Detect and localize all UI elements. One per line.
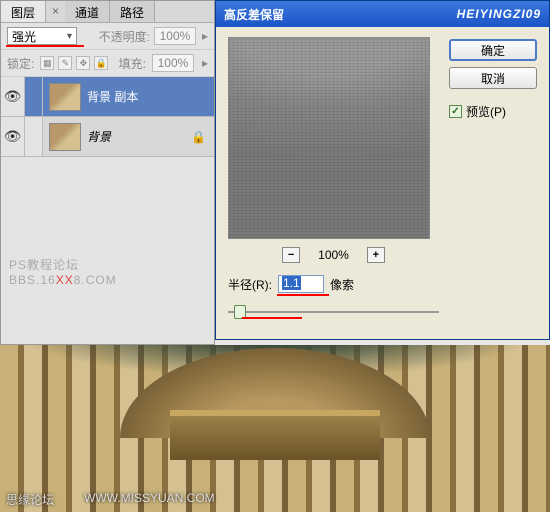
link-cell[interactable] bbox=[25, 117, 43, 156]
layer-row[interactable]: 👁 背景 副本 bbox=[1, 77, 214, 117]
opacity-flyout-icon[interactable]: ▸ bbox=[202, 29, 208, 43]
radius-slider[interactable] bbox=[228, 303, 439, 321]
lock-all-icon[interactable]: 🔒 bbox=[94, 56, 108, 70]
layer-thumbnail[interactable] bbox=[49, 123, 81, 151]
panel-tabs: 图层 × 通道 路径 bbox=[1, 1, 214, 23]
visibility-toggle-icon[interactable]: 👁 bbox=[1, 77, 25, 116]
high-pass-dialog: 高反差保留 HEIYINGZI09 − 100% + 半径(R): 1.1 像索 bbox=[215, 0, 550, 340]
fill-flyout-icon[interactable]: ▸ bbox=[202, 56, 208, 70]
dialog-title: 高反差保留 bbox=[224, 6, 284, 23]
radius-unit: 像索 bbox=[330, 276, 354, 293]
radius-row: 半径(R): 1.1 像索 bbox=[228, 275, 439, 293]
lock-transparency-icon[interactable]: ▦ bbox=[40, 56, 54, 70]
preview-checkbox-row: ✓ 预览(P) bbox=[449, 103, 537, 120]
lock-label: 锁定: bbox=[7, 55, 34, 72]
blend-mode-select[interactable]: 强光 bbox=[7, 27, 77, 45]
cancel-button[interactable]: 取消 bbox=[449, 67, 537, 89]
blend-mode-value: 强光 bbox=[12, 28, 36, 45]
tab-paths[interactable]: 路径 bbox=[110, 1, 155, 22]
annotation-underline bbox=[277, 294, 329, 296]
slider-track bbox=[228, 311, 439, 313]
opacity-label: 不透明度: bbox=[99, 28, 150, 45]
layer-row[interactable]: 👁 背景 🔒 bbox=[1, 117, 214, 157]
layer-name: 背景 副本 bbox=[87, 88, 214, 105]
dialog-body: − 100% + 半径(R): 1.1 像索 确定 取消 ✓ bbox=[216, 27, 549, 339]
tab-close[interactable]: × bbox=[46, 1, 65, 22]
zoom-controls: − 100% + bbox=[228, 247, 439, 263]
fill-label: 填充: bbox=[119, 55, 146, 72]
canvas-image-arch bbox=[170, 410, 380, 460]
visibility-toggle-icon[interactable]: 👁 bbox=[1, 117, 25, 156]
dialog-left: − 100% + 半径(R): 1.1 像索 bbox=[228, 37, 439, 321]
lock-icon: 🔒 bbox=[191, 130, 206, 144]
dialog-titlebar[interactable]: 高反差保留 HEIYINGZI09 bbox=[216, 1, 549, 27]
filter-preview[interactable] bbox=[228, 37, 430, 239]
layers-panel: 图层 × 通道 路径 强光 不透明度: 100% ▸ 锁定: ▦ ✎ ✥ 🔒 填… bbox=[0, 0, 215, 345]
layer-name: 背景 bbox=[87, 128, 191, 145]
preview-checkbox-label: 预览(P) bbox=[466, 103, 506, 120]
zoom-out-button[interactable]: − bbox=[282, 247, 300, 263]
preview-checkbox[interactable]: ✓ bbox=[449, 105, 462, 118]
zoom-in-button[interactable]: + bbox=[367, 247, 385, 263]
lock-icons: ▦ ✎ ✥ 🔒 bbox=[40, 56, 108, 70]
opacity-input[interactable]: 100% bbox=[154, 27, 196, 45]
blend-mode-row: 强光 不透明度: 100% ▸ bbox=[1, 23, 214, 50]
watermark: PS教程论坛 BBS.16XX8.COM bbox=[9, 256, 117, 287]
layer-list: 👁 背景 副本 👁 背景 🔒 bbox=[1, 77, 214, 157]
radius-label: 半径(R): bbox=[228, 276, 272, 293]
radius-input[interactable]: 1.1 bbox=[278, 275, 324, 293]
layer-thumbnail[interactable] bbox=[49, 83, 81, 111]
link-cell[interactable] bbox=[25, 77, 43, 116]
annotation-underline bbox=[242, 317, 302, 319]
lock-pixels-icon[interactable]: ✎ bbox=[58, 56, 72, 70]
lock-position-icon[interactable]: ✥ bbox=[76, 56, 90, 70]
tab-channels[interactable]: 通道 bbox=[65, 1, 110, 22]
dialog-buttons: 确定 取消 ✓ 预览(P) bbox=[449, 37, 537, 321]
tab-layers[interactable]: 图层 bbox=[1, 1, 46, 22]
annotation-underline bbox=[6, 45, 84, 47]
fill-input[interactable]: 100% bbox=[152, 54, 194, 72]
lock-row: 锁定: ▦ ✎ ✥ 🔒 填充: 100% ▸ bbox=[1, 50, 214, 77]
zoom-value: 100% bbox=[318, 248, 349, 262]
ok-button[interactable]: 确定 bbox=[449, 39, 537, 61]
dialog-brand: HEIYINGZI09 bbox=[457, 7, 541, 21]
footer-watermark: 思缘论坛 WWW.MISSYUAN.COM bbox=[6, 491, 215, 508]
